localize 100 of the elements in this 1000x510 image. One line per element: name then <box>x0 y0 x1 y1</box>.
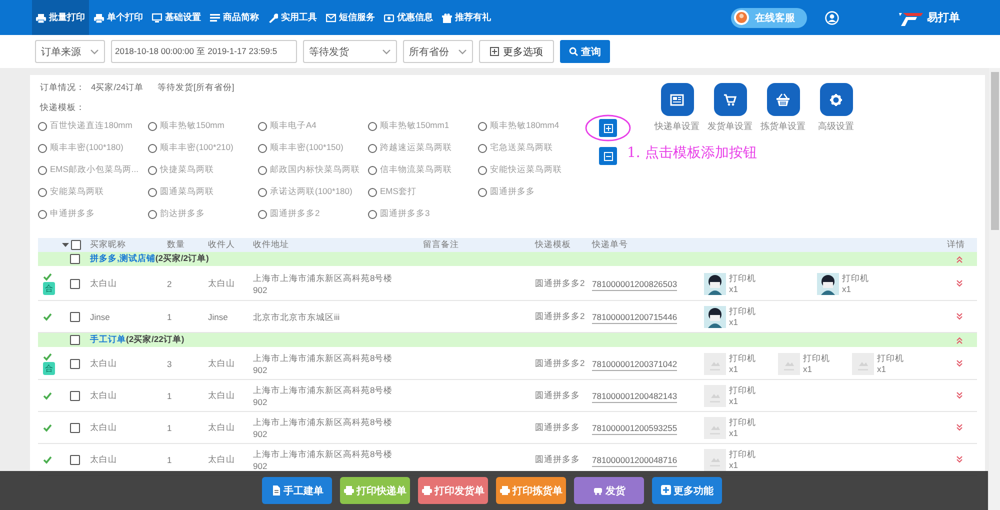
double-chevron-down-icon[interactable] <box>956 456 963 463</box>
radio-button[interactable] <box>38 210 47 218</box>
template-option[interactable]: 安能菜鸟两联 <box>50 186 104 198</box>
template-option[interactable]: 顺丰热敏150mm1 <box>380 120 450 132</box>
double-chevron-down-icon[interactable] <box>956 280 963 287</box>
action-button[interactable]: 打印拣货单 <box>496 477 566 504</box>
tracking-number-field[interactable]: 781000001200048716 <box>592 454 678 466</box>
search-button[interactable]: 查询 <box>560 40 610 63</box>
checkbox[interactable] <box>70 278 80 288</box>
group-link[interactable]: 拼多多,测试店铺 <box>90 253 156 263</box>
double-chevron-up-icon[interactable] <box>956 336 963 344</box>
checkbox[interactable] <box>70 335 80 345</box>
radio-button[interactable] <box>368 188 377 196</box>
source-dropdown[interactable]: 订单来源 <box>35 40 105 63</box>
radio-button[interactable] <box>148 188 157 196</box>
radio-button[interactable] <box>258 188 267 196</box>
template-option[interactable]: 顺丰热敏150mm <box>160 120 224 132</box>
nav-tab[interactable]: 商品简称 <box>206 0 263 35</box>
template-option[interactable]: 圆通拼多多2 <box>270 208 320 220</box>
template-option[interactable]: 承诺达两联(100*180) <box>270 186 352 198</box>
checkbox[interactable] <box>70 422 80 432</box>
nav-tab[interactable]: 短信服务 <box>322 0 379 35</box>
template-option[interactable]: 信丰物流菜鸟两联 <box>380 164 452 176</box>
template-option[interactable]: 圆通拼多多 <box>490 186 535 198</box>
template-option[interactable]: 顺丰丰密(100*180) <box>50 142 124 154</box>
template-option[interactable]: 安能快运菜鸟两联 <box>490 164 562 176</box>
checkbox[interactable] <box>71 240 81 250</box>
double-chevron-down-icon[interactable] <box>956 313 963 320</box>
tracking-number-field[interactable]: 781000001200482143 <box>592 390 678 402</box>
action-button[interactable]: 发货 <box>574 477 644 504</box>
radio-button[interactable] <box>368 122 377 130</box>
radio-button[interactable] <box>368 166 377 174</box>
radio-button[interactable] <box>478 144 487 152</box>
radio-button[interactable] <box>368 210 377 218</box>
template-option[interactable]: 韵达拼多多 <box>160 208 205 220</box>
settings-tile-button[interactable] <box>766 83 800 116</box>
date-range-field[interactable]: 2018-10-18 00:00:00 至 2019-1-17 23:59:5 <box>111 40 297 63</box>
checkbox[interactable] <box>70 254 80 264</box>
template-option[interactable]: 顺丰电子A4 <box>270 120 316 132</box>
online-service-button[interactable]: 在线客服 <box>731 8 807 28</box>
radio-button[interactable] <box>368 144 377 152</box>
settings-tile-button[interactable] <box>714 83 746 116</box>
template-option[interactable]: 宅急送菜鸟两联 <box>490 142 553 154</box>
checkbox[interactable] <box>70 312 80 322</box>
settings-tile-button[interactable] <box>820 83 852 116</box>
remove-template-button[interactable] <box>599 147 617 165</box>
radio-button[interactable] <box>478 122 487 130</box>
nav-tab[interactable]: 批量打印 <box>32 0 89 35</box>
radio-button[interactable] <box>258 210 267 218</box>
double-chevron-up-icon[interactable] <box>956 256 963 262</box>
settings-tile-button[interactable] <box>660 83 694 116</box>
action-button[interactable]: 打印快递单 <box>340 477 410 504</box>
template-option[interactable]: 快捷菜鸟两联 <box>160 164 214 176</box>
tracking-number-field[interactable]: 781000001200371042 <box>592 358 678 370</box>
double-chevron-down-icon[interactable] <box>956 360 963 367</box>
checkbox[interactable] <box>70 358 80 368</box>
action-button[interactable]: 打印发货单 <box>418 477 488 504</box>
radio-button[interactable] <box>148 210 157 218</box>
action-button[interactable]: 手工建单 <box>262 477 332 504</box>
tracking-number-field[interactable]: 781000001200715446 <box>592 312 678 324</box>
template-option[interactable]: 申通拼多多 <box>50 208 95 220</box>
radio-button[interactable] <box>38 144 47 152</box>
template-option[interactable]: 圆通拼多多3 <box>380 208 430 220</box>
nav-tab[interactable]: 推荐有礼 <box>438 0 495 35</box>
add-template-button[interactable] <box>599 119 617 137</box>
radio-button[interactable] <box>148 144 157 152</box>
template-option[interactable]: 顺丰丰密(100*210) <box>160 142 234 154</box>
province-dropdown[interactable]: 所有省份 <box>403 40 473 63</box>
double-chevron-down-icon[interactable] <box>956 392 963 399</box>
radio-button[interactable] <box>478 188 487 196</box>
radio-button[interactable] <box>478 166 487 174</box>
checkbox[interactable] <box>70 390 80 400</box>
template-option[interactable]: 圆通菜鸟两联 <box>160 186 214 198</box>
radio-button[interactable] <box>148 122 157 130</box>
nav-tab[interactable]: 基础设置 <box>148 0 205 35</box>
checkbox[interactable] <box>70 454 80 464</box>
template-option[interactable]: 顺丰丰密(100*150) <box>270 142 344 154</box>
radio-button[interactable] <box>38 188 47 196</box>
radio-button[interactable] <box>258 166 267 174</box>
template-option[interactable]: 顺丰热敏180mm4 <box>490 120 560 132</box>
nav-tab[interactable]: 单个打印 <box>90 0 147 35</box>
template-option[interactable]: 跨越速运菜鸟两联 <box>380 142 452 154</box>
radio-button[interactable] <box>148 166 157 174</box>
nav-tab[interactable]: 优惠信息 <box>380 0 437 35</box>
group-link[interactable]: 手工订单 <box>90 334 126 344</box>
template-option[interactable]: EMS套打 <box>380 186 416 198</box>
radio-button[interactable] <box>258 122 267 130</box>
tracking-number-field[interactable]: 781000001200593255 <box>592 422 678 434</box>
user-icon[interactable] <box>825 10 839 24</box>
template-option[interactable]: 百世快递直连180mm <box>50 120 132 132</box>
more-options-button[interactable]: 更多选项 <box>479 40 554 63</box>
template-option[interactable]: 邮政国内标快菜鸟两联 <box>270 164 360 176</box>
tracking-number-field[interactable]: 781000001200826503 <box>592 278 678 290</box>
status-dropdown[interactable]: 等待发货 <box>303 40 397 63</box>
radio-button[interactable] <box>38 122 47 130</box>
radio-button[interactable] <box>38 166 47 174</box>
double-chevron-down-icon[interactable] <box>956 424 963 431</box>
nav-tab[interactable]: 实用工具 <box>264 0 321 35</box>
template-option[interactable]: EMS邮政小包菜鸟两... <box>50 164 139 176</box>
action-button[interactable]: 更多功能 <box>652 477 722 504</box>
